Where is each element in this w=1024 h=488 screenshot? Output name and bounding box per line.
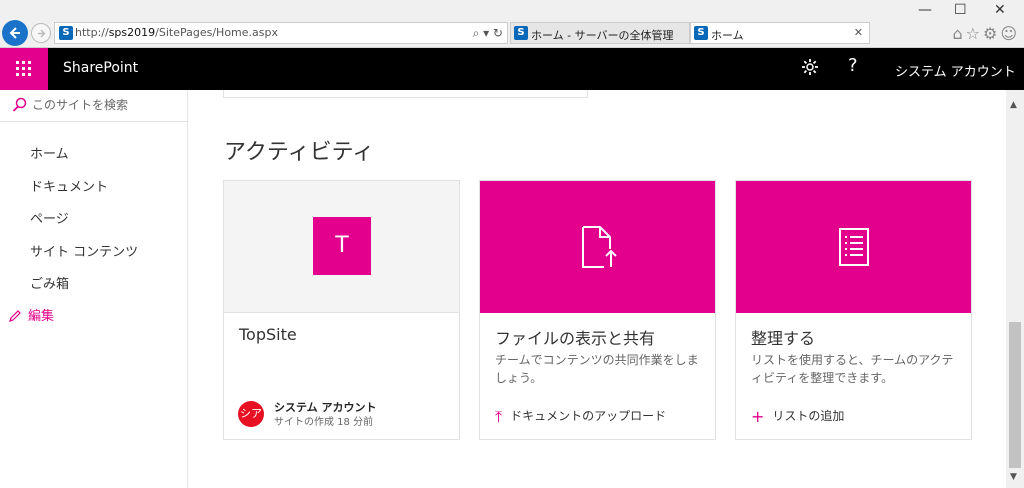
address-bar[interactable]: S http://sps2019/SitePages/Home.aspx ⌕ ▾… — [54, 22, 508, 44]
avatar: シア — [238, 401, 264, 427]
document-upload-icon — [582, 226, 617, 268]
site-activity-card[interactable]: T TopSite シア システム アカウント サイトの作成 18 分前 — [223, 180, 460, 440]
plus-icon: + — [751, 407, 765, 426]
address-tools[interactable]: ⌕ ▾ ↻ — [473, 26, 503, 41]
tab-home[interactable]: S ホーム ✕ — [690, 22, 870, 44]
section-title: アクティビティ — [224, 140, 375, 165]
scrollbar-thumb[interactable] — [1009, 322, 1021, 468]
pencil-icon — [9, 310, 21, 322]
scroll-down-icon[interactable]: ▼ — [1010, 472, 1017, 482]
card-description: リストを使用すると、チームのアクティビティを整理できます。 — [751, 353, 954, 385]
organize-thumbnail — [736, 181, 971, 313]
files-thumbnail — [480, 181, 715, 313]
nav-item-home[interactable]: ホーム — [30, 143, 69, 162]
sharepoint-favicon-icon: S — [59, 26, 73, 40]
site-thumbnail: T — [224, 181, 459, 313]
browser-tools-icons[interactable]: ⌂☆⚙☺ — [952, 24, 1020, 43]
search-icon — [12, 97, 27, 112]
site-search-box[interactable]: このサイトを検索 — [0, 90, 187, 122]
gear-icon[interactable] — [800, 57, 820, 77]
brand-sharepoint[interactable]: SharePoint — [63, 60, 138, 76]
sharepoint-favicon-icon: S — [694, 26, 708, 40]
organize-card[interactable]: 整理する リストを使用すると、チームのアクティビティを整理できます。 + リストの… — [735, 180, 972, 440]
suite-bar: SharePoint ? システム アカウント▼ — [0, 48, 1024, 90]
search-placeholder: このサイトを検索 — [32, 98, 129, 112]
back-button[interactable] — [2, 20, 28, 46]
minimize-button[interactable]: — — [918, 2, 932, 18]
edit-link[interactable]: 編集 — [8, 305, 54, 324]
scroll-up-icon[interactable]: ▲ — [1010, 100, 1017, 110]
app-launcher-button[interactable] — [0, 48, 48, 90]
nav-item-documents[interactable]: ドキュメント — [30, 176, 108, 195]
list-icon — [839, 228, 869, 266]
owner-meta: サイトの作成 18 分前 — [274, 417, 374, 428]
browser-toolbar: S http://sps2019/SitePages/Home.aspx ⌕ ▾… — [0, 0, 1024, 48]
card-title: 整理する — [751, 329, 816, 348]
vertical-scrollbar[interactable]: ▲ ▼ — [1006, 90, 1024, 488]
nav-item-recycle-bin[interactable]: ごみ箱 — [30, 273, 69, 292]
card-title: ファイルの表示と共有 — [495, 329, 656, 348]
arrow-left-icon — [9, 27, 20, 39]
user-menu[interactable]: システム アカウント▼ — [895, 61, 1024, 80]
files-card[interactable]: ファイルの表示と共有 チームでコンテンツの共同作業をしましょう。 ⤒ ドキュメント… — [479, 180, 716, 440]
upload-document-link[interactable]: ⤒ ドキュメントのアップロード — [495, 407, 666, 427]
left-navigation: このサイトを検索 ホーム ドキュメント ページ サイト コンテンツ ごみ箱 編集 — [0, 90, 188, 488]
add-list-link[interactable]: + リストの追加 — [751, 407, 844, 426]
card-description: チームでコンテンツの共同作業をしましょう。 — [495, 353, 699, 385]
site-tile: T — [313, 217, 371, 275]
tab-central-admin[interactable]: S ホーム - サーバーの全体管理 — [510, 22, 690, 44]
help-icon[interactable]: ? — [848, 55, 858, 76]
card-title[interactable]: TopSite — [239, 325, 297, 344]
forward-button[interactable] — [31, 23, 51, 43]
close-tab-icon[interactable]: ✕ — [854, 26, 863, 39]
upload-icon: ⤒ — [495, 407, 503, 426]
nav-item-site-contents[interactable]: サイト コンテンツ — [30, 241, 138, 260]
url-text: http://sps2019/SitePages/Home.aspx — [75, 26, 278, 39]
previous-card-edge — [223, 90, 588, 98]
sharepoint-favicon-icon: S — [514, 26, 528, 40]
close-window-button[interactable]: ✕ — [994, 2, 1006, 18]
waffle-icon — [16, 61, 31, 76]
nav-item-pages[interactable]: ページ — [30, 208, 69, 227]
arrow-right-icon — [38, 29, 46, 38]
main-content: アクティビティ T TopSite シア システム アカウント サイトの作成 1… — [188, 90, 1006, 488]
maximize-button[interactable]: ☐ — [954, 2, 967, 18]
